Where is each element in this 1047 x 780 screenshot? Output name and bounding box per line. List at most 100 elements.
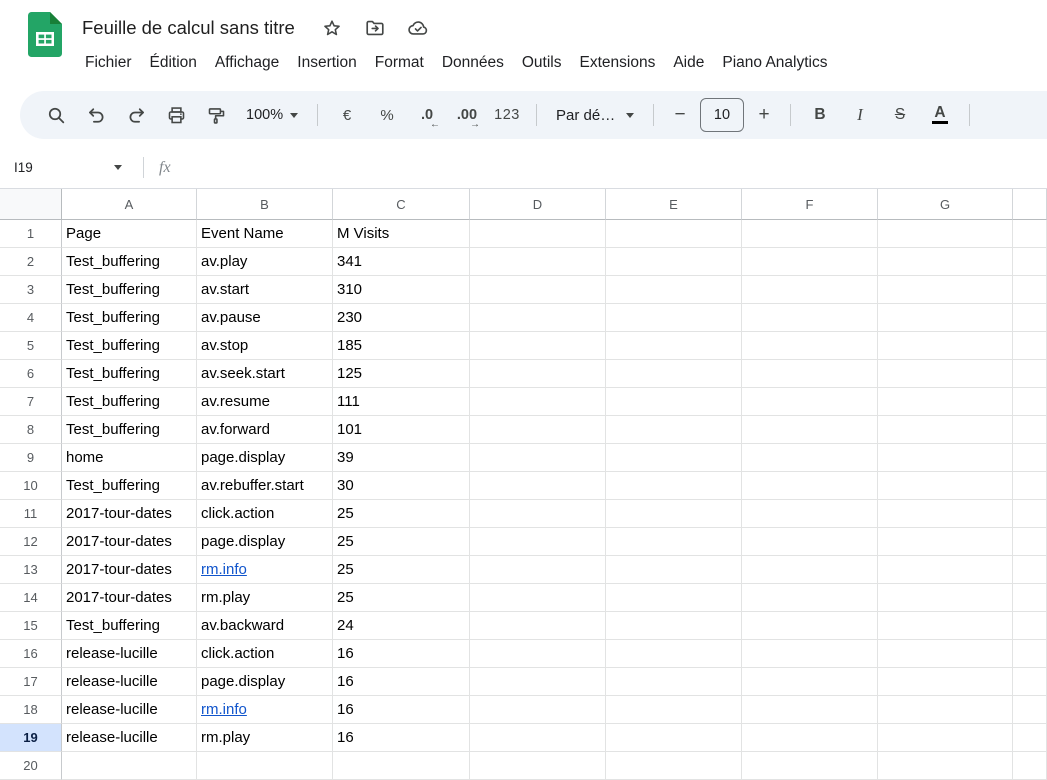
zoom-select[interactable]: 100% <box>236 95 308 135</box>
cell-E19[interactable] <box>606 724 742 752</box>
cell-E1[interactable] <box>606 220 742 248</box>
cell-H20-partial[interactable] <box>1013 752 1047 780</box>
cell-G4[interactable] <box>878 304 1013 332</box>
cell-H14-partial[interactable] <box>1013 584 1047 612</box>
cell-B20[interactable] <box>197 752 333 780</box>
cell-H7-partial[interactable] <box>1013 388 1047 416</box>
cell-E14[interactable] <box>606 584 742 612</box>
cell-E17[interactable] <box>606 668 742 696</box>
cell-F14[interactable] <box>742 584 878 612</box>
cell-H5-partial[interactable] <box>1013 332 1047 360</box>
row-header-4[interactable]: 4 <box>0 304 62 332</box>
cell-H1-partial[interactable] <box>1013 220 1047 248</box>
cell-A6[interactable]: Test_buffering <box>62 360 197 388</box>
cell-B11[interactable]: click.action <box>197 500 333 528</box>
cell-A15[interactable]: Test_buffering <box>62 612 197 640</box>
cell-H13-partial[interactable] <box>1013 556 1047 584</box>
print-button[interactable] <box>156 95 196 135</box>
menu--dition[interactable]: Édition <box>141 48 206 78</box>
cell-F19[interactable] <box>742 724 878 752</box>
cell-D18[interactable] <box>470 696 606 724</box>
row-header-7[interactable]: 7 <box>0 388 62 416</box>
cell-F3[interactable] <box>742 276 878 304</box>
menu-outils[interactable]: Outils <box>513 48 571 78</box>
cell-A19[interactable]: release-lucille <box>62 724 197 752</box>
cell-A2[interactable]: Test_buffering <box>62 248 197 276</box>
cell-H18-partial[interactable] <box>1013 696 1047 724</box>
cell-G1[interactable] <box>878 220 1013 248</box>
cell-F12[interactable] <box>742 528 878 556</box>
cell-A18[interactable]: release-lucille <box>62 696 197 724</box>
bold-button[interactable]: B <box>800 95 840 135</box>
cell-D16[interactable] <box>470 640 606 668</box>
cell-A20[interactable] <box>62 752 197 780</box>
cell-H19-partial[interactable] <box>1013 724 1047 752</box>
row-header-16[interactable]: 16 <box>0 640 62 668</box>
cell-H12-partial[interactable] <box>1013 528 1047 556</box>
cell-B13[interactable]: rm.info <box>197 556 333 584</box>
cell-F11[interactable] <box>742 500 878 528</box>
cell-C3[interactable]: 310 <box>333 276 470 304</box>
cell-C6[interactable]: 125 <box>333 360 470 388</box>
cell-H11-partial[interactable] <box>1013 500 1047 528</box>
column-header-E[interactable]: E <box>606 189 742 220</box>
paint-format-button[interactable] <box>196 95 236 135</box>
cell-C9[interactable]: 39 <box>333 444 470 472</box>
format-currency-button[interactable]: € <box>327 95 367 135</box>
cell-E18[interactable] <box>606 696 742 724</box>
increase-decimal-button[interactable]: .00 → <box>447 95 487 135</box>
cell-B3[interactable]: av.start <box>197 276 333 304</box>
cell-A4[interactable]: Test_buffering <box>62 304 197 332</box>
cell-D8[interactable] <box>470 416 606 444</box>
cell-D14[interactable] <box>470 584 606 612</box>
cell-C12[interactable]: 25 <box>333 528 470 556</box>
cell-D17[interactable] <box>470 668 606 696</box>
menu-insertion[interactable]: Insertion <box>288 48 365 78</box>
cell-D3[interactable] <box>470 276 606 304</box>
row-header-9[interactable]: 9 <box>0 444 62 472</box>
cell-E20[interactable] <box>606 752 742 780</box>
cell-C10[interactable]: 30 <box>333 472 470 500</box>
cell-E2[interactable] <box>606 248 742 276</box>
row-header-18[interactable]: 18 <box>0 696 62 724</box>
cell-F2[interactable] <box>742 248 878 276</box>
font-size-input[interactable]: 10 <box>700 98 744 132</box>
row-header-17[interactable]: 17 <box>0 668 62 696</box>
cell-D1[interactable] <box>470 220 606 248</box>
cell-F7[interactable] <box>742 388 878 416</box>
cell-G18[interactable] <box>878 696 1013 724</box>
cell-G20[interactable] <box>878 752 1013 780</box>
italic-button[interactable]: I <box>840 95 880 135</box>
increase-font-size-button[interactable]: + <box>747 95 781 135</box>
cell-G7[interactable] <box>878 388 1013 416</box>
column-header-C[interactable]: C <box>333 189 470 220</box>
row-header-10[interactable]: 10 <box>0 472 62 500</box>
menu-affichage[interactable]: Affichage <box>206 48 288 78</box>
row-header-1[interactable]: 1 <box>0 220 62 248</box>
column-header-partial[interactable] <box>1013 189 1047 220</box>
cell-F6[interactable] <box>742 360 878 388</box>
cell-H16-partial[interactable] <box>1013 640 1047 668</box>
cell-G12[interactable] <box>878 528 1013 556</box>
cell-G14[interactable] <box>878 584 1013 612</box>
cell-C18[interactable]: 16 <box>333 696 470 724</box>
cell-B1[interactable]: Event Name <box>197 220 333 248</box>
menu-fichier[interactable]: Fichier <box>76 48 141 78</box>
cell-D5[interactable] <box>470 332 606 360</box>
cell-D9[interactable] <box>470 444 606 472</box>
cell-H9-partial[interactable] <box>1013 444 1047 472</box>
cell-E6[interactable] <box>606 360 742 388</box>
row-header-14[interactable]: 14 <box>0 584 62 612</box>
row-header-13[interactable]: 13 <box>0 556 62 584</box>
cell-C19[interactable]: 16 <box>333 724 470 752</box>
cell-H8-partial[interactable] <box>1013 416 1047 444</box>
cell-E3[interactable] <box>606 276 742 304</box>
row-header-15[interactable]: 15 <box>0 612 62 640</box>
cell-G17[interactable] <box>878 668 1013 696</box>
star-button[interactable] <box>319 15 345 41</box>
cell-B17[interactable]: page.display <box>197 668 333 696</box>
cell-E12[interactable] <box>606 528 742 556</box>
cell-C4[interactable]: 230 <box>333 304 470 332</box>
cell-A8[interactable]: Test_buffering <box>62 416 197 444</box>
cell-G11[interactable] <box>878 500 1013 528</box>
